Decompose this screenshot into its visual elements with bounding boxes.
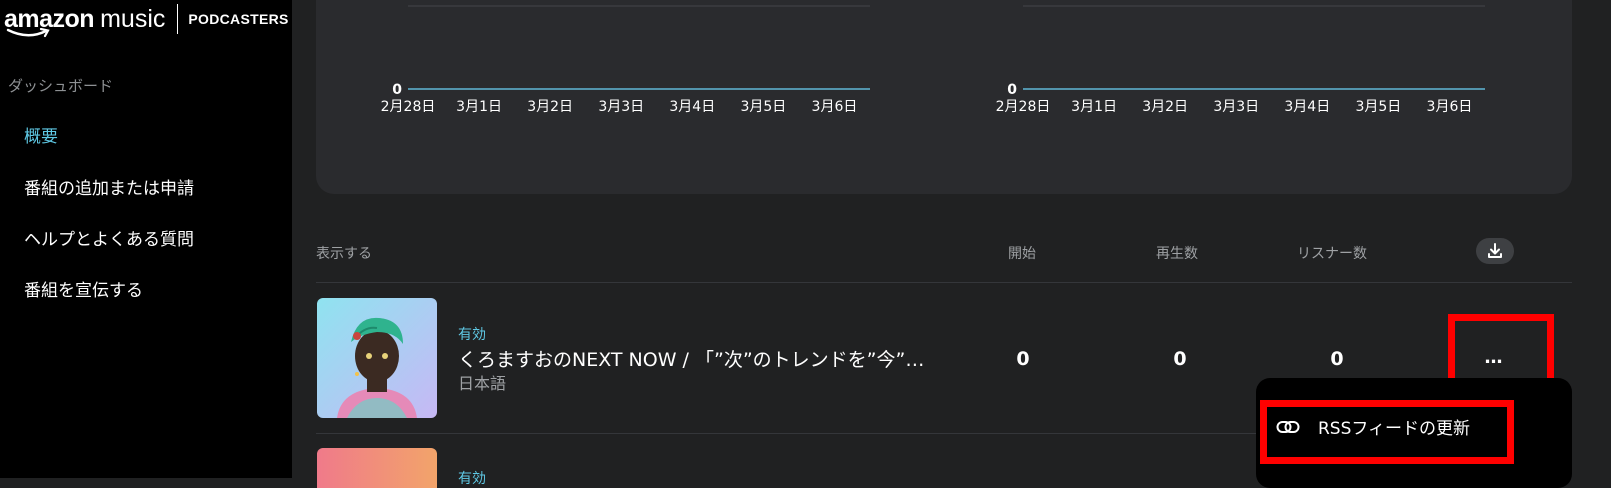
plays-value: 0 — [1173, 348, 1187, 370]
show-status: 有効 — [458, 327, 486, 343]
header-listeners[interactable]: リスナー数 — [1297, 243, 1367, 263]
x-tick-label: 3月4日 — [669, 99, 715, 115]
x-tick-label: 3月2日 — [527, 99, 573, 115]
chart-right: 0 2月28日 3月1日 3月2日 3月3日 3月4日 3月5日 3月6日 — [975, 0, 1495, 124]
x-tick-label: 3月1日 — [1071, 99, 1117, 115]
show-status: 有効 — [458, 471, 486, 487]
x-tick-label: 3月3日 — [1213, 99, 1259, 115]
y-tick-label: 0 — [1007, 82, 1017, 98]
logo-music-text: music — [100, 4, 166, 33]
header-plays[interactable]: 再生数 — [1156, 243, 1198, 263]
header-divider — [316, 282, 1572, 283]
show-thumbnail[interactable] — [317, 298, 437, 418]
table-header: 表示する 開始 再生数 リスナー数 — [0, 235, 1611, 271]
sidebar-item-promote[interactable]: 番組を宣伝する — [24, 276, 143, 301]
x-tick-label: 3月1日 — [456, 99, 502, 115]
logo-divider — [177, 4, 179, 34]
download-button[interactable] — [1476, 238, 1514, 264]
x-tick-label: 2月28日 — [381, 99, 436, 115]
show-thumbnail[interactable] — [317, 448, 437, 488]
amazon-smile-icon — [6, 28, 50, 38]
header-starts[interactable]: 開始 — [1008, 243, 1036, 263]
y-tick-label: 0 — [392, 82, 402, 98]
x-tick-label: 3月4日 — [1284, 99, 1330, 115]
x-tick-label: 2月28日 — [996, 99, 1051, 115]
nav-section-dashboard: ダッシュボード — [8, 77, 114, 95]
x-tick-label: 3月6日 — [812, 99, 858, 115]
show-title[interactable]: くろますおのNEXT NOW / 「”次”のトレンドを”今”… — [458, 345, 924, 372]
amazon-music-podcasters-logo[interactable]: amazon music PODCASTERS — [4, 2, 289, 38]
download-icon — [1488, 243, 1502, 258]
x-tick-label: 3月5日 — [740, 99, 786, 115]
x-tick-label: 3月2日 — [1142, 99, 1188, 115]
sidebar-item-add-show[interactable]: 番組の追加または申請 — [24, 174, 194, 199]
x-tick-label: 3月3日 — [598, 99, 644, 115]
x-tick-label: 3月5日 — [1355, 99, 1401, 115]
x-tick-label: 3月6日 — [1427, 99, 1473, 115]
sidebar-item-overview[interactable]: 概要 — [24, 122, 58, 147]
chart-left: 0 2月28日 3月1日 3月2日 3月3日 3月4日 3月5日 3月6日 — [360, 0, 880, 124]
show-language: 日本語 — [458, 374, 507, 393]
chart-svg: 02月28日 3月1日 3月2日 3月3日 3月4日 3月5日 3月6日 — [996, 5, 1485, 115]
show-artwork-image — [317, 298, 437, 418]
starts-value: 0 — [1016, 348, 1030, 370]
highlight-box-rss — [1260, 400, 1514, 464]
chart-svg: 02月28日 3月1日 3月2日 3月3日 3月4日 3月5日 3月6日 — [381, 5, 870, 115]
header-show[interactable]: 表示する — [316, 243, 372, 263]
listeners-value: 0 — [1330, 348, 1344, 370]
logo-podcasters-text: PODCASTERS — [188, 11, 289, 27]
